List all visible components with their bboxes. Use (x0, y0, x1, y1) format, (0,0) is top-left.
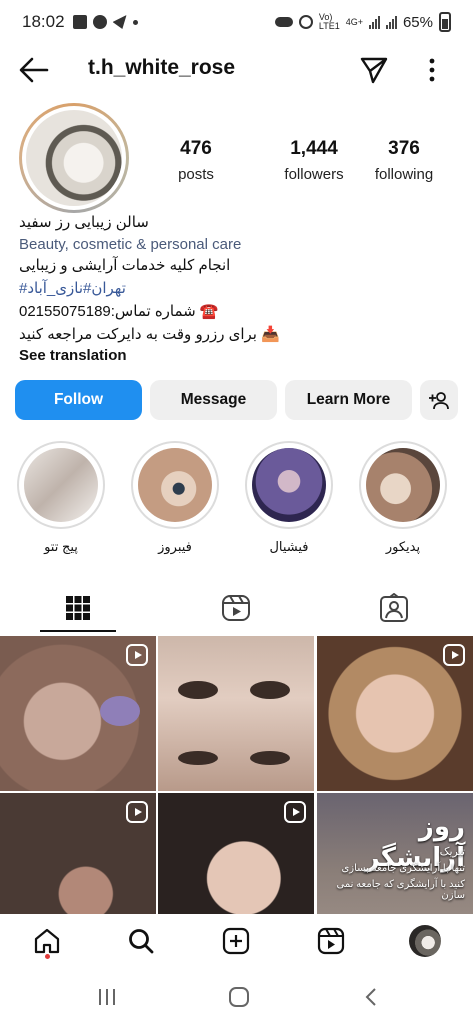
see-translation-link[interactable]: See translation (19, 347, 127, 364)
home-icon (34, 928, 60, 954)
post-overlay-sub: تبریک (439, 846, 465, 858)
tab-reels[interactable] (196, 583, 276, 633)
reels-icon (222, 595, 250, 621)
reel-icon (443, 644, 465, 666)
learn-more-button[interactable]: Learn More (285, 380, 412, 420)
post-overlay-line: تنها با آرایشگری جامعه بسازی (341, 863, 465, 874)
avatar-image (26, 110, 122, 206)
highlight-fibroz[interactable]: فیبروز (129, 441, 221, 555)
home-button-icon[interactable] (227, 986, 251, 1008)
bio-line-services: انجام کلیه خدمات آرایشی و زیبایی (19, 257, 231, 274)
add-user-button[interactable] (420, 380, 458, 420)
bio-category: Beauty, cosmetic & personal care (19, 236, 242, 253)
bio-name: سالن زیبایی رز سفید (19, 214, 149, 231)
profile-avatar[interactable] (19, 103, 129, 213)
signal-icon (368, 15, 380, 29)
gallery-icon (72, 15, 87, 29)
volte-icon: Vo) LTE1 (318, 12, 340, 31)
nav-create[interactable] (219, 924, 253, 958)
hotspot-icon (298, 15, 313, 29)
send-message-icon[interactable] (358, 54, 390, 86)
username-title: t.h_white_rose (88, 56, 236, 79)
tagged-icon (380, 593, 408, 622)
reels-icon (317, 927, 345, 955)
nav-profile[interactable] (408, 924, 442, 958)
key-icon (274, 17, 293, 27)
active-tab-indicator (40, 630, 116, 632)
highlight-label: فیبروز (158, 539, 192, 554)
bio-booking: 📥 برای رزرو وقت به دایرکت مراجعه کنید (19, 326, 280, 343)
nav-home[interactable] (30, 924, 64, 958)
highlight-label: پیج تتو (44, 539, 78, 554)
post-thumbnail[interactable] (158, 636, 314, 791)
highlight-label: فیشیال (269, 539, 309, 554)
signal-icon-2 (385, 15, 397, 29)
post-thumbnail[interactable] (317, 636, 473, 791)
more-options-icon[interactable] (424, 56, 440, 84)
nav-search[interactable] (124, 924, 158, 958)
reel-icon (284, 801, 306, 823)
highlight-cover (24, 448, 98, 522)
highlight-pedicure[interactable]: پدیکور (357, 441, 449, 555)
battery-percent: 65% (402, 13, 433, 31)
posts-count: 476 (180, 138, 212, 159)
bio-phone[interactable]: ☎️ شماره تماس:02155075189 (19, 302, 219, 320)
posts-label: posts (178, 166, 214, 183)
battery-icon (439, 12, 451, 32)
network-type: 4G+ (345, 16, 363, 27)
highlight-cover (252, 448, 326, 522)
reel-icon (126, 644, 148, 666)
bio-hashtags[interactable]: تهران#نازی_آباد# (19, 279, 126, 297)
highlight-cover (138, 448, 212, 522)
recent-apps-icon[interactable] (95, 986, 119, 1008)
telegram-icon (112, 15, 127, 29)
posts-stat[interactable]: 476 posts (141, 138, 251, 183)
profile-tabs (0, 583, 473, 633)
status-bar: 18:02 Vo) LTE1 4G+ 65% (0, 0, 473, 44)
following-count: 376 (388, 138, 420, 159)
add-user-icon (429, 392, 449, 410)
nav-reels[interactable] (314, 924, 348, 958)
highlight-tattoo-page[interactable]: پیج تتو (15, 441, 107, 555)
create-post-icon (222, 927, 250, 955)
reel-icon (126, 801, 148, 823)
following-label: following (374, 166, 434, 183)
highlight-cover (366, 448, 440, 522)
following-stat[interactable]: 376 following (349, 138, 459, 183)
message-button[interactable]: Message (150, 380, 277, 420)
status-time: 18:02 (22, 12, 65, 31)
chat-icon (92, 15, 107, 29)
back-arrow-icon[interactable] (18, 56, 50, 84)
post-overlay-line: کنید با آرایشگری که جامعه نمی سازن (336, 879, 465, 901)
follow-button[interactable]: Follow (15, 380, 142, 420)
tab-tagged[interactable] (354, 583, 434, 633)
posts-grid: روز آرایشگر تبریک تنها با آرایشگری جامعه… (0, 636, 473, 948)
grid-icon (66, 596, 90, 620)
more-notifications-icon (132, 19, 138, 25)
search-icon (129, 929, 154, 954)
system-navigation (0, 974, 473, 1024)
profile-avatar-icon (409, 925, 441, 957)
system-back-icon[interactable] (360, 986, 384, 1008)
profile-header: t.h_white_rose (0, 44, 473, 96)
post-thumbnail[interactable] (0, 636, 156, 791)
bottom-navigation (0, 914, 473, 970)
highlight-facial[interactable]: فیشیال (243, 441, 335, 555)
tab-grid[interactable] (38, 583, 118, 633)
highlight-label: پدیکور (385, 539, 421, 554)
notification-dot (45, 954, 50, 959)
